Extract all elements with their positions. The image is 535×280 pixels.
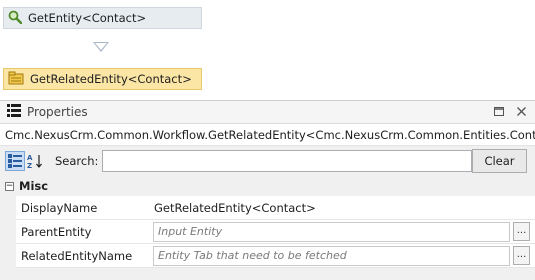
search-input[interactable]	[102, 150, 473, 172]
search-label: Search:	[55, 154, 99, 168]
property-row-parententity[interactable]: ParentEntity ...	[0, 220, 535, 244]
folder-activity-icon	[8, 71, 24, 88]
selected-type-name: Cmc.NexusCrm.Common.Workflow.GetRelatedE…	[0, 124, 535, 146]
parent-entity-input[interactable]	[153, 221, 510, 242]
property-name: RelatedEntityName	[16, 244, 149, 268]
activity-get-related-entity[interactable]: GetRelatedEntity<Contact>	[3, 68, 202, 90]
magnifier-icon	[8, 10, 23, 27]
ellipsis-button[interactable]: ...	[513, 222, 530, 241]
clear-button[interactable]: Clear	[472, 149, 527, 173]
property-value[interactable]: ...	[149, 244, 535, 268]
activity-label: GetRelatedEntity<Contact>	[30, 72, 192, 86]
sort-alphabetical-icon[interactable]: A Z	[25, 151, 45, 171]
workflow-designer: GetEntity<Contact> GetRelatedEntity<Cont…	[0, 0, 535, 98]
ellipsis-button[interactable]: ...	[513, 246, 530, 265]
related-entity-name-input[interactable]	[153, 245, 510, 266]
property-name: ParentEntity	[16, 220, 149, 244]
property-name: DisplayName	[16, 196, 149, 220]
maximize-icon[interactable]	[493, 105, 505, 117]
property-value[interactable]: GetRelatedEntity<Contact>	[149, 196, 535, 220]
properties-toolbar: A Z Search: Clear	[0, 146, 535, 176]
property-row-displayname[interactable]: DisplayName GetRelatedEntity<Contact>	[0, 196, 535, 220]
collapse-icon[interactable]: −	[5, 181, 14, 191]
svg-text:A: A	[27, 154, 33, 162]
close-icon[interactable]	[515, 105, 527, 117]
connector-arrow-icon	[93, 42, 109, 52]
property-row-relatedentityname[interactable]: RelatedEntityName ...	[0, 244, 535, 268]
activity-get-entity[interactable]: GetEntity<Contact>	[3, 7, 202, 29]
properties-icon	[7, 104, 21, 120]
properties-title-bar: Properties	[0, 101, 535, 124]
properties-panel: Properties Cmc.NexusCrm.Common.Workflow.…	[0, 100, 535, 280]
property-grid: DisplayName GetRelatedEntity<Contact> Pa…	[0, 196, 535, 268]
display-name-value[interactable]: GetRelatedEntity<Contact>	[153, 201, 316, 215]
category-misc[interactable]: − Misc	[0, 176, 535, 196]
categorized-view-icon[interactable]	[5, 151, 25, 171]
property-value[interactable]: ...	[149, 220, 535, 244]
activity-label: GetEntity<Contact>	[28, 11, 147, 25]
panel-title: Properties	[27, 105, 88, 119]
category-label: Misc	[19, 179, 49, 193]
svg-text:Z: Z	[27, 162, 32, 169]
